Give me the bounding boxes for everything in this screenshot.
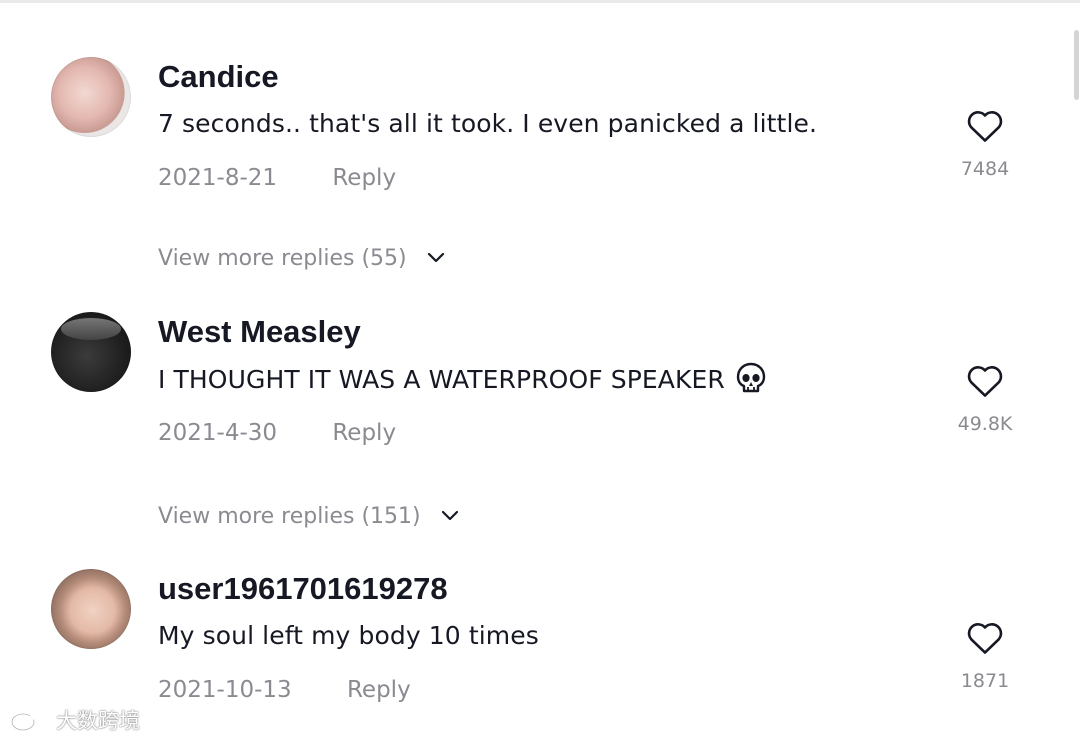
scrollbar-thumb[interactable] [1074, 30, 1079, 100]
comment-username[interactable]: user1961701619278 [158, 569, 448, 609]
heart-icon[interactable] [965, 619, 1005, 655]
view-more-replies-button[interactable]: View more replies (151) [158, 502, 460, 532]
heart-icon[interactable] [965, 362, 1005, 398]
reply-button[interactable]: Reply [347, 675, 411, 705]
avatar[interactable] [51, 569, 131, 649]
chevron-down-icon [426, 244, 446, 274]
comment-date: 2021-8-21 [158, 165, 278, 191]
watermark: 大数跨境 [10, 704, 140, 736]
comment-text: I THOUGHT IT WAS A WATERPROOF SPEAKER [158, 365, 725, 394]
comment-text-line: I THOUGHT IT WAS A WATERPROOF SPEAKER [158, 362, 767, 403]
like-control: 49.8K [940, 362, 1030, 436]
comment-text: My soul left my body 10 times [158, 621, 539, 650]
like-control: 1871 [940, 619, 1030, 693]
reply-button[interactable]: Reply [332, 418, 396, 448]
like-control: 7484 [940, 107, 1030, 181]
weibo-logo-icon [10, 707, 50, 733]
comment-meta: 2021-10-13 Reply [158, 675, 411, 705]
top-divider [0, 0, 1080, 3]
comment-username[interactable]: Candice [158, 57, 279, 97]
like-count: 1871 [960, 670, 1010, 692]
comment-text: 7 seconds.. that's all it took. I even p… [158, 109, 818, 138]
avatar[interactable] [51, 312, 131, 392]
watermark-text: 大数跨境 [56, 709, 140, 733]
like-count: 7484 [960, 158, 1010, 180]
comment-meta: 2021-8-21 Reply [158, 163, 396, 193]
chevron-down-icon [440, 502, 460, 532]
comment-username[interactable]: West Measley [158, 312, 361, 352]
view-more-replies-button[interactable]: View more replies (55) [158, 244, 446, 274]
view-more-label: View more replies (151) [158, 504, 421, 529]
avatar[interactable] [51, 57, 131, 137]
heart-icon[interactable] [965, 107, 1005, 143]
comment-meta: 2021-4-30 Reply [158, 418, 396, 448]
skull-icon [735, 362, 767, 403]
reply-button[interactable]: Reply [332, 163, 396, 193]
like-count: 49.8K [957, 413, 1013, 435]
view-more-label: View more replies (55) [158, 246, 407, 271]
comment-date: 2021-10-13 [158, 677, 292, 703]
comment-date: 2021-4-30 [158, 420, 278, 446]
